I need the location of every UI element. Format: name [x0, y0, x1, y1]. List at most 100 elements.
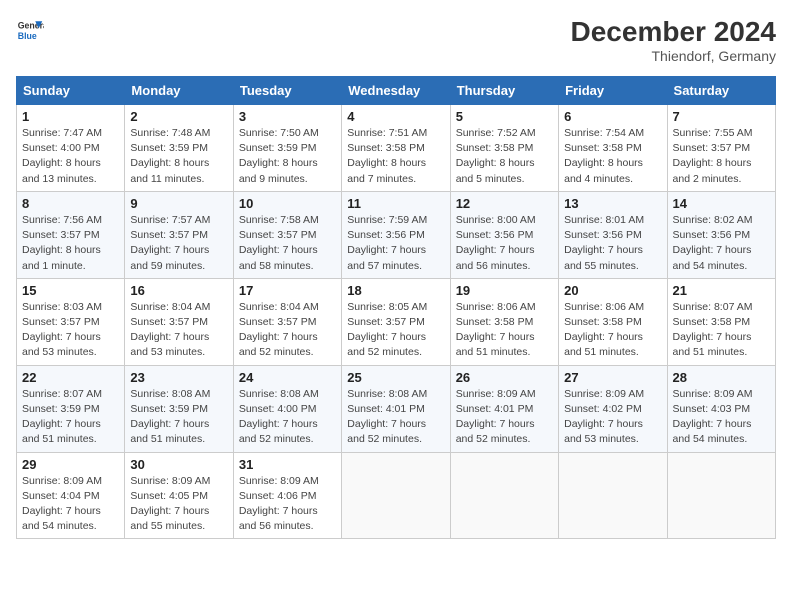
- day-info: Sunrise: 7:59 AMSunset: 3:56 PMDaylight:…: [347, 213, 444, 274]
- day-number: 16: [130, 283, 227, 298]
- day-info: Sunrise: 8:08 AMSunset: 4:01 PMDaylight:…: [347, 387, 444, 448]
- day-number: 15: [22, 283, 119, 298]
- weekday-sunday: Sunday: [17, 77, 125, 105]
- calendar-cell: 22 Sunrise: 8:07 AMSunset: 3:59 PMDayligh…: [17, 365, 125, 452]
- day-info: Sunrise: 8:04 AMSunset: 3:57 PMDaylight:…: [130, 300, 227, 361]
- day-info: Sunrise: 8:07 AMSunset: 3:58 PMDaylight:…: [673, 300, 770, 361]
- day-info: Sunrise: 8:05 AMSunset: 3:57 PMDaylight:…: [347, 300, 444, 361]
- svg-text:Blue: Blue: [18, 31, 37, 41]
- weekday-tuesday: Tuesday: [233, 77, 341, 105]
- calendar-cell: 21 Sunrise: 8:07 AMSunset: 3:58 PMDayligh…: [667, 278, 775, 365]
- day-number: 30: [130, 457, 227, 472]
- day-number: 19: [456, 283, 553, 298]
- day-number: 25: [347, 370, 444, 385]
- day-info: Sunrise: 7:55 AMSunset: 3:57 PMDaylight:…: [673, 126, 770, 187]
- day-number: 21: [673, 283, 770, 298]
- calendar-cell: [342, 452, 450, 539]
- calendar-cell: 19 Sunrise: 8:06 AMSunset: 3:58 PMDayligh…: [450, 278, 558, 365]
- week-row-5: 29Sunrise: 8:09 AMSunset: 4:04 PMDayligh…: [17, 452, 776, 539]
- day-number: 17: [239, 283, 336, 298]
- weekday-wednesday: Wednesday: [342, 77, 450, 105]
- calendar-cell: [450, 452, 558, 539]
- weekday-header-row: SundayMondayTuesdayWednesdayThursdayFrid…: [17, 77, 776, 105]
- day-info: Sunrise: 8:09 AMSunset: 4:06 PMDaylight:…: [239, 474, 336, 535]
- day-number: 3: [239, 109, 336, 124]
- calendar-cell: [667, 452, 775, 539]
- logo: General Blue: [16, 16, 44, 44]
- day-info: Sunrise: 8:08 AMSunset: 3:59 PMDaylight:…: [130, 387, 227, 448]
- calendar-cell: 16 Sunrise: 8:04 AMSunset: 3:57 PMDayligh…: [125, 278, 233, 365]
- calendar-cell: 14 Sunrise: 8:02 AMSunset: 3:56 PMDayligh…: [667, 191, 775, 278]
- day-number: 27: [564, 370, 661, 385]
- calendar-cell: 2 Sunrise: 7:48 AMSunset: 3:59 PMDaylight…: [125, 105, 233, 192]
- logo-icon: General Blue: [16, 16, 44, 44]
- calendar-cell: 15 Sunrise: 8:03 AMSunset: 3:57 PMDayligh…: [17, 278, 125, 365]
- day-number: 18: [347, 283, 444, 298]
- week-row-4: 22 Sunrise: 8:07 AMSunset: 3:59 PMDayligh…: [17, 365, 776, 452]
- day-info: Sunrise: 7:58 AMSunset: 3:57 PMDaylight:…: [239, 213, 336, 274]
- day-number: 13: [564, 196, 661, 211]
- calendar-cell: 13 Sunrise: 8:01 AMSunset: 3:56 PMDayligh…: [559, 191, 667, 278]
- calendar-cell: 30 Sunrise: 8:09 AMSunset: 4:05 PMDayligh…: [125, 452, 233, 539]
- day-number: 22: [22, 370, 119, 385]
- day-info: Sunrise: 8:01 AMSunset: 3:56 PMDaylight:…: [564, 213, 661, 274]
- weekday-saturday: Saturday: [667, 77, 775, 105]
- day-info: Sunrise: 8:03 AMSunset: 3:57 PMDaylight:…: [22, 300, 119, 361]
- calendar-cell: 7Sunrise: 7:55 AMSunset: 3:57 PMDaylight…: [667, 105, 775, 192]
- calendar-cell: 8 Sunrise: 7:56 AMSunset: 3:57 PMDaylight…: [17, 191, 125, 278]
- calendar-cell: 10 Sunrise: 7:58 AMSunset: 3:57 PMDayligh…: [233, 191, 341, 278]
- day-number: 24: [239, 370, 336, 385]
- day-number: 5: [456, 109, 553, 124]
- day-info: Sunrise: 8:09 AMSunset: 4:01 PMDaylight:…: [456, 387, 553, 448]
- day-number: 10: [239, 196, 336, 211]
- calendar-cell: 4Sunrise: 7:51 AMSunset: 3:58 PMDaylight…: [342, 105, 450, 192]
- day-number: 14: [673, 196, 770, 211]
- month-year: December 2024: [571, 16, 776, 48]
- day-number: 29: [22, 457, 119, 472]
- calendar-cell: 12Sunrise: 8:00 AMSunset: 3:56 PMDayligh…: [450, 191, 558, 278]
- calendar-cell: 3Sunrise: 7:50 AMSunset: 3:59 PMDaylight…: [233, 105, 341, 192]
- calendar-cell: 9Sunrise: 7:57 AMSunset: 3:57 PMDaylight…: [125, 191, 233, 278]
- calendar-cell: 5 Sunrise: 7:52 AMSunset: 3:58 PMDaylight…: [450, 105, 558, 192]
- calendar-cell: 17 Sunrise: 8:04 AMSunset: 3:57 PMDayligh…: [233, 278, 341, 365]
- day-number: 28: [673, 370, 770, 385]
- calendar-cell: [559, 452, 667, 539]
- header: General Blue December 2024 Thiendorf, Ge…: [16, 16, 776, 64]
- calendar-cell: 11 Sunrise: 7:59 AMSunset: 3:56 PMDayligh…: [342, 191, 450, 278]
- calendar-cell: 1 Sunrise: 7:47 AMSunset: 4:00 PMDaylight…: [17, 105, 125, 192]
- week-row-3: 15 Sunrise: 8:03 AMSunset: 3:57 PMDayligh…: [17, 278, 776, 365]
- calendar: SundayMondayTuesdayWednesdayThursdayFrid…: [16, 76, 776, 539]
- day-info: Sunrise: 8:07 AMSunset: 3:59 PMDaylight:…: [22, 387, 119, 448]
- day-info: Sunrise: 8:06 AMSunset: 3:58 PMDaylight:…: [456, 300, 553, 361]
- weekday-friday: Friday: [559, 77, 667, 105]
- day-info: Sunrise: 8:09 AMSunset: 4:05 PMDaylight:…: [130, 474, 227, 535]
- day-info: Sunrise: 7:56 AMSunset: 3:57 PMDaylight:…: [22, 213, 119, 274]
- day-info: Sunrise: 8:02 AMSunset: 3:56 PMDaylight:…: [673, 213, 770, 274]
- week-row-1: 1 Sunrise: 7:47 AMSunset: 4:00 PMDaylight…: [17, 105, 776, 192]
- calendar-cell: 24Sunrise: 8:08 AMSunset: 4:00 PMDayligh…: [233, 365, 341, 452]
- calendar-cell: 23 Sunrise: 8:08 AMSunset: 3:59 PMDayligh…: [125, 365, 233, 452]
- day-info: Sunrise: 8:06 AMSunset: 3:58 PMDaylight:…: [564, 300, 661, 361]
- weekday-thursday: Thursday: [450, 77, 558, 105]
- calendar-cell: 26 Sunrise: 8:09 AMSunset: 4:01 PMDayligh…: [450, 365, 558, 452]
- day-info: Sunrise: 8:04 AMSunset: 3:57 PMDaylight:…: [239, 300, 336, 361]
- calendar-cell: 28Sunrise: 8:09 AMSunset: 4:03 PMDayligh…: [667, 365, 775, 452]
- weekday-monday: Monday: [125, 77, 233, 105]
- day-number: 23: [130, 370, 227, 385]
- day-info: Sunrise: 8:09 AMSunset: 4:02 PMDaylight:…: [564, 387, 661, 448]
- day-number: 11: [347, 196, 444, 211]
- day-info: Sunrise: 7:51 AMSunset: 3:58 PMDaylight:…: [347, 126, 444, 187]
- day-number: 2: [130, 109, 227, 124]
- day-number: 20: [564, 283, 661, 298]
- day-info: Sunrise: 7:47 AMSunset: 4:00 PMDaylight:…: [22, 126, 119, 187]
- day-number: 26: [456, 370, 553, 385]
- day-info: Sunrise: 7:52 AMSunset: 3:58 PMDaylight:…: [456, 126, 553, 187]
- day-info: Sunrise: 7:54 AMSunset: 3:58 PMDaylight:…: [564, 126, 661, 187]
- day-number: 8: [22, 196, 119, 211]
- day-info: Sunrise: 7:48 AMSunset: 3:59 PMDaylight:…: [130, 126, 227, 187]
- day-number: 12: [456, 196, 553, 211]
- day-number: 1: [22, 109, 119, 124]
- calendar-cell: 18 Sunrise: 8:05 AMSunset: 3:57 PMDayligh…: [342, 278, 450, 365]
- title-area: December 2024 Thiendorf, Germany: [571, 16, 776, 64]
- calendar-cell: 20 Sunrise: 8:06 AMSunset: 3:58 PMDayligh…: [559, 278, 667, 365]
